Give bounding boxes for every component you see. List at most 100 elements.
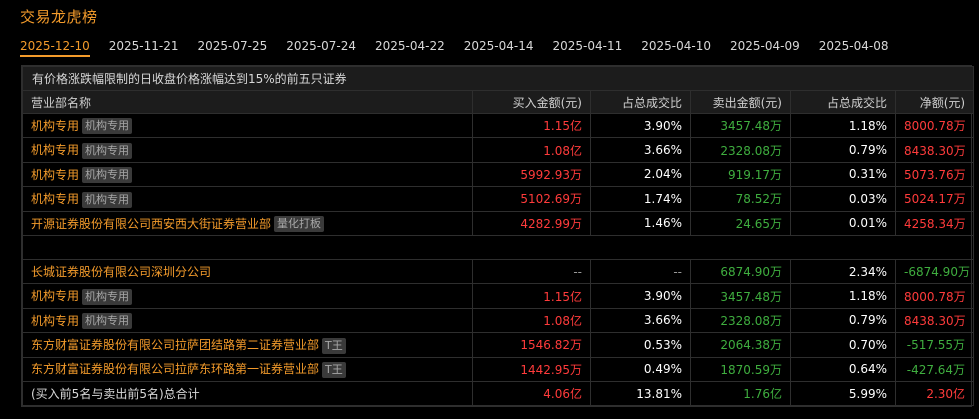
sell-amount-cell: 2328.08万 — [690, 307, 791, 334]
sell-amount-cell: 1870.59万 — [690, 356, 791, 382]
table-row[interactable]: 机构专用 机构专用 5992.93万 2.04% 919.17万 0.31% 5073.76… — [22, 161, 975, 188]
buy-amount-cell: 5992.93万 — [472, 161, 591, 188]
branch-cell[interactable]: 机构专用 机构专用 — [22, 307, 473, 334]
net-amount-cell: 8000.78万 — [894, 112, 975, 139]
net-amount-cell: 4258.34万 — [894, 210, 975, 236]
total-label: (买入前5名与卖出前5名)总合计 — [22, 380, 473, 407]
table-row[interactable]: 机构专用 机构专用 1.15亿 3.90% 3457.48万 1.18% 8000.78万 — [22, 283, 975, 309]
table-row[interactable]: 机构专用 机构专用 1.08亿 3.66% 2328.08万 0.79% 8438.30万 — [22, 307, 975, 334]
buy-amount-cell: 1442.95万 — [472, 356, 591, 382]
total-net-amount: 2.30亿 — [894, 380, 975, 407]
total-sell-ratio: 5.99% — [790, 380, 896, 407]
sell-amount-cell: 2064.38万 — [690, 332, 791, 358]
branch-name[interactable]: 机构专用 — [31, 192, 79, 206]
branch-tag-badge: 机构专用 — [82, 142, 133, 159]
buy-ratio-cell: 3.66% — [590, 307, 691, 334]
table-row[interactable]: 开源证券股份有限公司西安西大街证券营业部 量化打板 4282.99万 1.46% 24.… — [22, 210, 975, 236]
sell-amount-cell: 2328.08万 — [690, 137, 791, 163]
branch-name[interactable]: 机构专用 — [31, 289, 79, 303]
buy-amount-cell: 4282.99万 — [472, 210, 591, 236]
branch-name[interactable]: 机构专用 — [31, 143, 79, 157]
sell-ratio-cell: 2.34% — [790, 258, 896, 285]
sell-ratio-cell: 0.79% — [790, 307, 896, 334]
date-tab[interactable]: 2025-07-25 — [198, 37, 268, 57]
net-amount-cell: 5073.76万 — [894, 161, 975, 188]
sell-amount-cell: 78.52万 — [690, 186, 791, 212]
net-amount-cell: 8438.30万 — [894, 307, 975, 334]
table-row[interactable]: 东方财富证券股份有限公司拉萨东环路第一证券营业部 T王 1442.95万 0.49% 1… — [22, 356, 975, 382]
net-amount-cell: 8000.78万 — [894, 283, 975, 309]
col-header-sell-amount: 卖出金额(元) — [690, 90, 791, 114]
col-header-branch: 营业部名称 — [22, 90, 473, 114]
col-header-sell-ratio: 占总成交比 — [790, 90, 896, 114]
table-row[interactable]: 机构专用 机构专用 1.08亿 3.66% 2328.08万 0.79% 8438.30万 — [22, 137, 975, 163]
date-tab[interactable]: 2025-04-10 — [641, 37, 711, 57]
branch-tag-badge: 机构专用 — [82, 313, 133, 330]
buy-ratio-cell: 3.66% — [590, 137, 691, 163]
branch-tag-badge: T王 — [322, 337, 346, 354]
sell-amount-cell: 6874.90万 — [690, 258, 791, 285]
branch-tag-badge: 机构专用 — [82, 167, 133, 184]
table-header-row: 营业部名称 买入金额(元) 占总成交比 卖出金额(元) 占总成交比 净额(元) — [22, 90, 975, 114]
branch-cell[interactable]: 东方财富证券股份有限公司拉萨团结路第二证券营业部 T王 — [22, 332, 473, 358]
sell-ratio-cell: 0.64% — [790, 356, 896, 382]
sell-amount-cell: 24.65万 — [690, 210, 791, 236]
branch-tag-badge: 机构专用 — [82, 118, 133, 135]
branch-cell[interactable]: 长城证券股份有限公司深圳分公司 — [22, 258, 473, 285]
col-header-buy-ratio: 占总成交比 — [590, 90, 691, 114]
table-caption: 有价格涨跌幅限制的日收盘价格涨幅达到15%的前五只证券 — [21, 66, 975, 91]
branch-cell[interactable]: 机构专用 机构专用 — [22, 112, 473, 139]
sell-ratio-cell: 0.01% — [790, 210, 896, 236]
buy-ratio-cell: 0.53% — [590, 332, 691, 358]
branch-name[interactable]: 机构专用 — [31, 119, 79, 133]
buy-ratio-cell: 1.74% — [590, 186, 691, 212]
date-tab[interactable]: 2025-07-24 — [286, 37, 356, 57]
date-tab[interactable]: 2025-04-09 — [730, 37, 800, 57]
net-amount-cell: 8438.30万 — [894, 137, 975, 163]
date-tab[interactable]: 2025-12-10 — [20, 37, 90, 57]
branch-tag-badge: T王 — [322, 361, 346, 378]
branch-name[interactable]: 长城证券股份有限公司深圳分公司 — [31, 265, 211, 279]
branch-tag-badge: 机构专用 — [82, 191, 133, 208]
net-amount-cell: 5024.17万 — [894, 186, 975, 212]
section-divider-row — [21, 234, 975, 260]
section-divider — [21, 234, 975, 260]
net-amount-cell: -517.55万 — [894, 332, 975, 358]
branch-name[interactable]: 东方财富证券股份有限公司拉萨团结路第二证券营业部 — [31, 338, 319, 352]
table-caption-row: 有价格涨跌幅限制的日收盘价格涨幅达到15%的前五只证券 — [21, 66, 975, 91]
branch-cell[interactable]: 东方财富证券股份有限公司拉萨东环路第一证券营业部 T王 — [22, 356, 473, 382]
branch-cell[interactable]: 机构专用 机构专用 — [22, 161, 473, 188]
date-tab[interactable]: 2025-04-22 — [375, 37, 445, 57]
total-sell-amount: 1.76亿 — [690, 380, 791, 407]
date-tab[interactable]: 2025-04-11 — [553, 37, 623, 57]
branch-name[interactable]: 机构专用 — [31, 314, 79, 328]
table-row[interactable]: 东方财富证券股份有限公司拉萨团结路第二证券营业部 T王 1546.82万 0.53% 2… — [22, 332, 975, 358]
buy-ratio-cell: -- — [590, 258, 691, 285]
date-tab-bar: 2025-12-10 2025-11-21 2025-07-25 2025-07-24… — [20, 36, 908, 58]
branch-name[interactable]: 东方财富证券股份有限公司拉萨东环路第一证券营业部 — [31, 362, 319, 376]
sell-ratio-cell: 0.03% — [790, 186, 896, 212]
sell-ratio-cell: 0.70% — [790, 332, 896, 358]
branch-cell[interactable]: 开源证券股份有限公司西安西大街证券营业部 量化打板 — [22, 210, 473, 236]
table-row[interactable]: 长城证券股份有限公司深圳分公司 -- -- 6874.90万 2.34% -6874.90… — [22, 258, 975, 285]
branch-name[interactable]: 开源证券股份有限公司西安西大街证券营业部 — [31, 217, 271, 231]
buy-amount-cell: 1.15亿 — [472, 112, 591, 139]
date-tab[interactable]: 2025-04-08 — [819, 37, 889, 57]
buy-ratio-cell: 3.90% — [590, 283, 691, 309]
total-buy-amount: 4.06亿 — [472, 380, 591, 407]
buy-ratio-cell: 1.46% — [590, 210, 691, 236]
table-row[interactable]: 机构专用 机构专用 1.15亿 3.90% 3457.48万 1.18% 8000.78万 — [22, 112, 975, 139]
table-row[interactable]: 机构专用 机构专用 5102.69万 1.74% 78.52万 0.03% 5024.17万 — [22, 186, 975, 212]
branch-tag-badge: 量化打板 — [274, 216, 325, 232]
total-buy-ratio: 13.81% — [590, 380, 691, 407]
sell-amount-cell: 3457.48万 — [690, 283, 791, 309]
branch-cell[interactable]: 机构专用 机构专用 — [22, 186, 473, 212]
branch-cell[interactable]: 机构专用 机构专用 — [22, 283, 473, 309]
sell-ratio-cell: 1.18% — [790, 112, 896, 139]
sell-ratio-cell: 1.18% — [790, 283, 896, 309]
branch-cell[interactable]: 机构专用 机构专用 — [22, 137, 473, 163]
date-tab[interactable]: 2025-11-21 — [109, 37, 179, 57]
branch-name[interactable]: 机构专用 — [31, 168, 79, 182]
buy-ratio-cell: 3.90% — [590, 112, 691, 139]
date-tab[interactable]: 2025-04-14 — [464, 37, 534, 57]
